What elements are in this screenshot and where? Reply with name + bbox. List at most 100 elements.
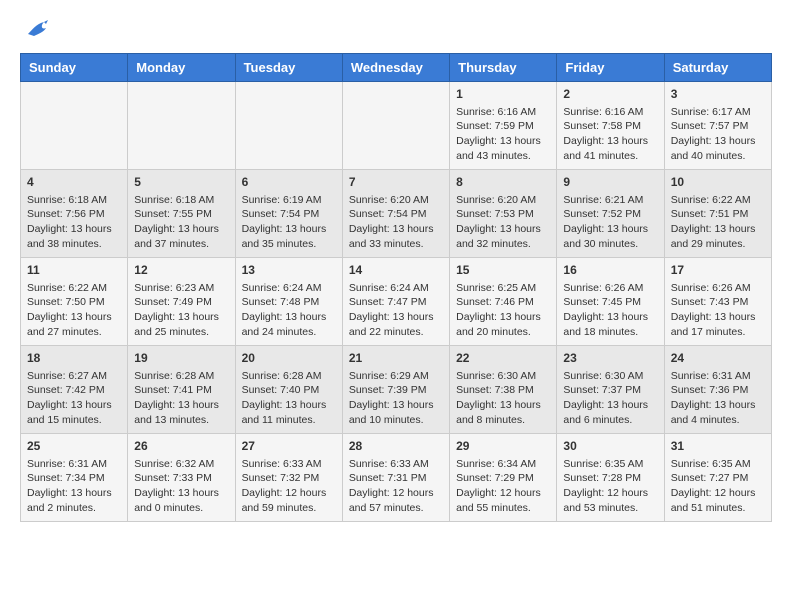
cell-text: Sunrise: 6:28 AM (242, 369, 336, 384)
day-number: 19 (134, 350, 228, 367)
calendar-week-5: 25Sunrise: 6:31 AMSunset: 7:34 PMDayligh… (21, 434, 772, 522)
header-day-monday: Monday (128, 54, 235, 82)
calendar-cell: 28Sunrise: 6:33 AMSunset: 7:31 PMDayligh… (342, 434, 449, 522)
header-day-saturday: Saturday (664, 54, 771, 82)
calendar-cell: 25Sunrise: 6:31 AMSunset: 7:34 PMDayligh… (21, 434, 128, 522)
cell-text: Sunset: 7:37 PM (563, 383, 657, 398)
day-number: 6 (242, 174, 336, 191)
cell-text: Sunset: 7:39 PM (349, 383, 443, 398)
cell-text: Daylight: 13 hours (134, 486, 228, 501)
day-number: 22 (456, 350, 550, 367)
cell-text: and 8 minutes. (456, 413, 550, 428)
calendar-cell: 6Sunrise: 6:19 AMSunset: 7:54 PMDaylight… (235, 170, 342, 258)
calendar-cell (342, 82, 449, 170)
cell-text: and 38 minutes. (27, 237, 121, 252)
calendar-cell: 1Sunrise: 6:16 AMSunset: 7:59 PMDaylight… (450, 82, 557, 170)
cell-text: and 11 minutes. (242, 413, 336, 428)
day-number: 1 (456, 86, 550, 103)
calendar-cell: 29Sunrise: 6:34 AMSunset: 7:29 PMDayligh… (450, 434, 557, 522)
cell-text: and 10 minutes. (349, 413, 443, 428)
cell-text: Daylight: 13 hours (242, 310, 336, 325)
calendar-cell: 23Sunrise: 6:30 AMSunset: 7:37 PMDayligh… (557, 346, 664, 434)
cell-text: Daylight: 12 hours (242, 486, 336, 501)
cell-text: Daylight: 13 hours (456, 222, 550, 237)
cell-text: Sunrise: 6:35 AM (671, 457, 765, 472)
cell-text: Sunrise: 6:30 AM (563, 369, 657, 384)
day-number: 11 (27, 262, 121, 279)
cell-text: and 4 minutes. (671, 413, 765, 428)
cell-text: Sunrise: 6:29 AM (349, 369, 443, 384)
cell-text: and 59 minutes. (242, 501, 336, 516)
cell-text: Daylight: 13 hours (671, 398, 765, 413)
calendar-cell: 19Sunrise: 6:28 AMSunset: 7:41 PMDayligh… (128, 346, 235, 434)
cell-text: Sunset: 7:57 PM (671, 119, 765, 134)
cell-text: Sunset: 7:28 PM (563, 471, 657, 486)
calendar-cell: 4Sunrise: 6:18 AMSunset: 7:56 PMDaylight… (21, 170, 128, 258)
cell-text: Sunrise: 6:22 AM (27, 281, 121, 296)
cell-text: Sunset: 7:50 PM (27, 295, 121, 310)
day-number: 5 (134, 174, 228, 191)
cell-text: Sunset: 7:55 PM (134, 207, 228, 222)
day-number: 28 (349, 438, 443, 455)
cell-text: Sunrise: 6:32 AM (134, 457, 228, 472)
cell-text: Daylight: 13 hours (27, 486, 121, 501)
cell-text: Daylight: 12 hours (456, 486, 550, 501)
cell-text: Daylight: 13 hours (27, 310, 121, 325)
cell-text: Daylight: 12 hours (671, 486, 765, 501)
cell-text: Daylight: 13 hours (456, 134, 550, 149)
cell-text: Sunset: 7:49 PM (134, 295, 228, 310)
header-day-thursday: Thursday (450, 54, 557, 82)
calendar-cell: 20Sunrise: 6:28 AMSunset: 7:40 PMDayligh… (235, 346, 342, 434)
cell-text: Sunrise: 6:34 AM (456, 457, 550, 472)
cell-text: Sunrise: 6:20 AM (456, 193, 550, 208)
calendar-cell (235, 82, 342, 170)
calendar-week-2: 4Sunrise: 6:18 AMSunset: 7:56 PMDaylight… (21, 170, 772, 258)
logo-bird-icon (26, 20, 48, 43)
day-number: 21 (349, 350, 443, 367)
cell-text: Sunset: 7:31 PM (349, 471, 443, 486)
header-day-sunday: Sunday (21, 54, 128, 82)
cell-text: Sunrise: 6:21 AM (563, 193, 657, 208)
header-day-friday: Friday (557, 54, 664, 82)
day-number: 14 (349, 262, 443, 279)
cell-text: Sunrise: 6:31 AM (671, 369, 765, 384)
calendar-cell: 24Sunrise: 6:31 AMSunset: 7:36 PMDayligh… (664, 346, 771, 434)
calendar-header: SundayMondayTuesdayWednesdayThursdayFrid… (21, 54, 772, 82)
calendar-cell: 13Sunrise: 6:24 AMSunset: 7:48 PMDayligh… (235, 258, 342, 346)
cell-text: Daylight: 13 hours (134, 398, 228, 413)
cell-text: Sunrise: 6:26 AM (671, 281, 765, 296)
cell-text: Sunset: 7:48 PM (242, 295, 336, 310)
cell-text: and 18 minutes. (563, 325, 657, 340)
calendar-table: SundayMondayTuesdayWednesdayThursdayFrid… (20, 53, 772, 522)
cell-text: and 17 minutes. (671, 325, 765, 340)
day-number: 26 (134, 438, 228, 455)
day-number: 10 (671, 174, 765, 191)
cell-text: Sunrise: 6:16 AM (563, 105, 657, 120)
cell-text: Sunset: 7:34 PM (27, 471, 121, 486)
cell-text: Daylight: 13 hours (242, 222, 336, 237)
cell-text: Sunset: 7:36 PM (671, 383, 765, 398)
calendar-cell: 27Sunrise: 6:33 AMSunset: 7:32 PMDayligh… (235, 434, 342, 522)
cell-text: Sunset: 7:27 PM (671, 471, 765, 486)
header-row: SundayMondayTuesdayWednesdayThursdayFrid… (21, 54, 772, 82)
cell-text: Daylight: 13 hours (563, 134, 657, 149)
header (20, 20, 772, 43)
cell-text: Sunset: 7:42 PM (27, 383, 121, 398)
cell-text: Daylight: 13 hours (563, 398, 657, 413)
calendar-cell: 30Sunrise: 6:35 AMSunset: 7:28 PMDayligh… (557, 434, 664, 522)
day-number: 31 (671, 438, 765, 455)
day-number: 9 (563, 174, 657, 191)
cell-text: Sunset: 7:47 PM (349, 295, 443, 310)
cell-text: and 40 minutes. (671, 149, 765, 164)
cell-text: Daylight: 13 hours (349, 310, 443, 325)
cell-text: Sunrise: 6:18 AM (27, 193, 121, 208)
day-number: 25 (27, 438, 121, 455)
calendar-cell: 10Sunrise: 6:22 AMSunset: 7:51 PMDayligh… (664, 170, 771, 258)
cell-text: and 43 minutes. (456, 149, 550, 164)
cell-text: Sunset: 7:59 PM (456, 119, 550, 134)
calendar-cell: 8Sunrise: 6:20 AMSunset: 7:53 PMDaylight… (450, 170, 557, 258)
cell-text: Daylight: 13 hours (563, 222, 657, 237)
cell-text: and 25 minutes. (134, 325, 228, 340)
calendar-cell: 22Sunrise: 6:30 AMSunset: 7:38 PMDayligh… (450, 346, 557, 434)
cell-text: Sunset: 7:45 PM (563, 295, 657, 310)
